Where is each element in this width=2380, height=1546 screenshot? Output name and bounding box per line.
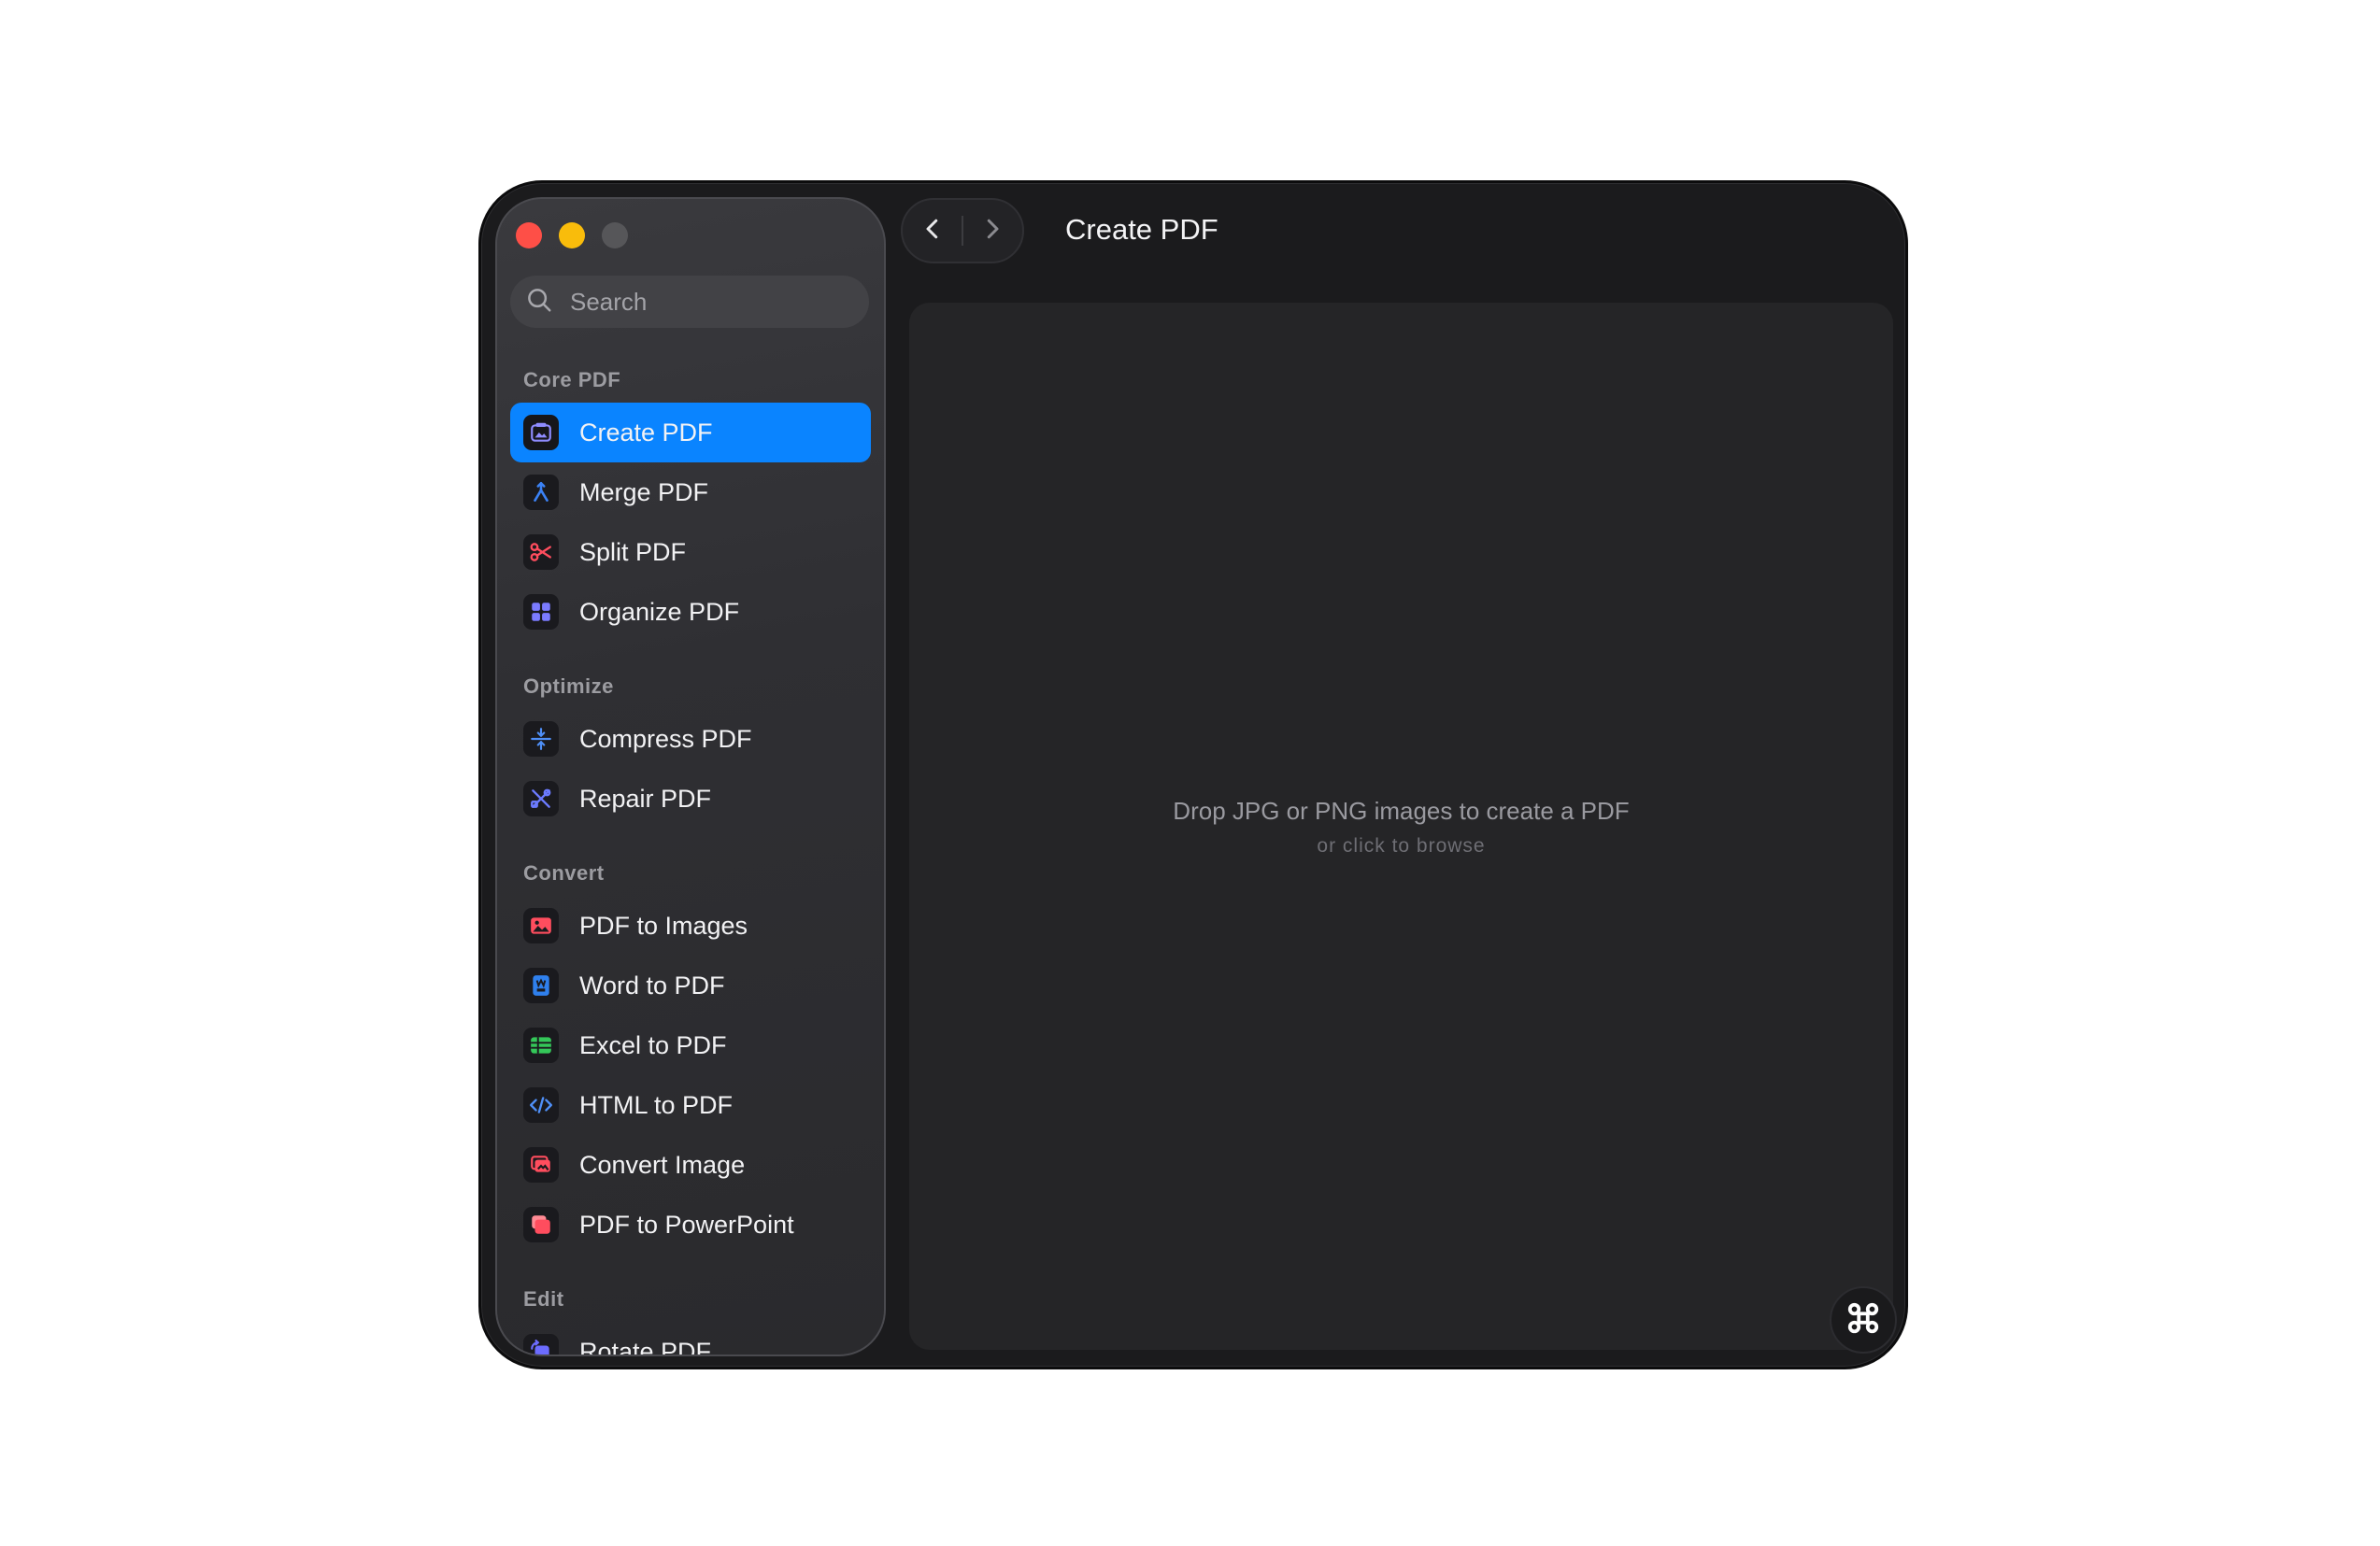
dropzone-instructions: Drop JPG or PNG images to create a PDF <box>1173 797 1630 825</box>
back-button[interactable] <box>903 200 962 262</box>
sidebar-item-merge-pdf[interactable]: Merge PDF <box>510 462 871 522</box>
sidebar-item-label: Create PDF <box>579 418 713 447</box>
sidebar-item-organize-pdf[interactable]: Organize PDF <box>510 582 871 642</box>
command-button[interactable] <box>1830 1286 1897 1354</box>
image-icon <box>523 908 559 943</box>
sidebar-item-pdf-to-powerpoint[interactable]: PDF to PowerPoint <box>510 1195 871 1255</box>
grid-icon <box>523 594 559 630</box>
section-label-edit: Edit <box>523 1287 564 1311</box>
sidebar-item-create-pdf[interactable]: Create PDF <box>510 403 871 462</box>
section-label-convert: Convert <box>523 861 605 885</box>
sidebar: Search Core PDF Create PDF Merge PDF Spl… <box>495 197 886 1356</box>
sidebar-item-split-pdf[interactable]: Split PDF <box>510 522 871 582</box>
sidebar-item-excel-to-pdf[interactable]: Excel to PDF <box>510 1015 871 1075</box>
search-placeholder: Search <box>570 287 648 316</box>
zoom-button[interactable] <box>602 222 628 248</box>
search-icon <box>525 286 553 319</box>
sidebar-item-label: PDF to PowerPoint <box>579 1210 794 1239</box>
scissors-icon <box>523 534 559 570</box>
sidebar-item-label: Split PDF <box>579 537 687 566</box>
sidebar-item-html-to-pdf[interactable]: HTML to PDF <box>510 1075 871 1135</box>
sidebar-item-label: Repair PDF <box>579 784 712 813</box>
sidebar-item-label: Word to PDF <box>579 971 725 1000</box>
word-icon <box>523 968 559 1003</box>
sidebar-item-label: Compress PDF <box>579 724 752 753</box>
search-input[interactable]: Search <box>510 276 869 328</box>
command-key-icon <box>1846 1300 1881 1340</box>
sidebar-item-label: Convert Image <box>579 1150 746 1179</box>
table-icon <box>523 1028 559 1063</box>
sidebar-item-label: Excel to PDF <box>579 1030 727 1059</box>
window-controls <box>516 222 628 248</box>
sidebar-item-label: PDF to Images <box>579 911 748 940</box>
sidebar-item-compress-pdf[interactable]: Compress PDF <box>510 709 871 769</box>
sidebar-item-label: Merge PDF <box>579 477 709 506</box>
chevron-left-icon <box>919 215 947 248</box>
section-label-core-pdf: Core PDF <box>523 368 621 391</box>
chevron-right-icon <box>978 215 1006 248</box>
create-pdf-icon <box>523 415 559 450</box>
sidebar-item-label: Organize PDF <box>579 597 740 626</box>
sidebar-item-label: Rotate PDF <box>579 1337 712 1356</box>
powerpoint-icon <box>523 1207 559 1242</box>
tools-icon <box>523 781 559 816</box>
compress-icon <box>523 721 559 757</box>
code-icon <box>523 1087 559 1123</box>
sidebar-item-pdf-to-images[interactable]: PDF to Images <box>510 896 871 956</box>
sidebar-item-repair-pdf[interactable]: Repair PDF <box>510 769 871 829</box>
sidebar-item-word-to-pdf[interactable]: Word to PDF <box>510 956 871 1015</box>
image-dropzone[interactable]: Drop JPG or PNG images to create a PDF o… <box>909 303 1893 1350</box>
dropzone-browse-hint: or click to browse <box>1317 835 1486 857</box>
sidebar-item-convert-image[interactable]: Convert Image <box>510 1135 871 1195</box>
rotate-icon <box>523 1334 559 1355</box>
convert-image-icon <box>523 1147 559 1183</box>
sidebar-nav: Core PDF Create PDF Merge PDF Split PDF <box>510 358 871 1356</box>
sidebar-item-label: HTML to PDF <box>579 1090 734 1119</box>
page-title: Create PDF <box>1065 213 1219 246</box>
forward-button[interactable] <box>963 200 1022 262</box>
merge-pdf-icon <box>523 475 559 510</box>
history-navigation <box>901 198 1024 263</box>
sidebar-item-rotate-pdf[interactable]: Rotate PDF <box>510 1322 871 1356</box>
minimize-button[interactable] <box>559 222 585 248</box>
close-button[interactable] <box>516 222 542 248</box>
section-label-optimize: Optimize <box>523 674 614 698</box>
app-window: Search Core PDF Create PDF Merge PDF Spl… <box>478 180 1908 1369</box>
